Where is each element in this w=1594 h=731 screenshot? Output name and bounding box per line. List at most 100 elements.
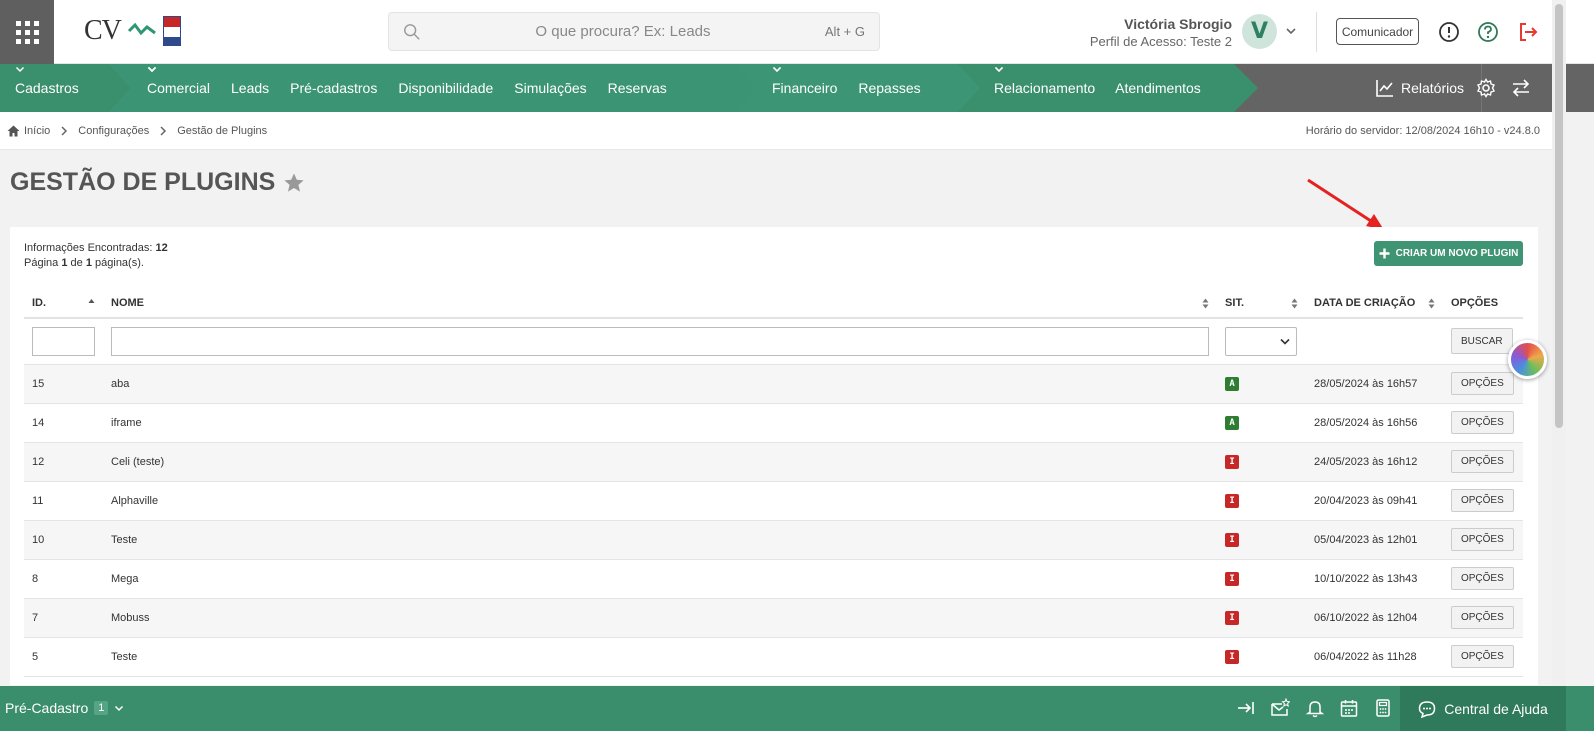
breadcrumb: Início Configurações Gestão de Plugins H… [0, 112, 1564, 150]
cell-data: 28/05/2024 às 16h57 [1306, 364, 1443, 404]
column-header-data[interactable]: DATA DE CRIAÇÃO [1306, 288, 1443, 319]
cell-data: 05/04/2023 às 12h01 [1306, 520, 1443, 560]
menu-item-relatorios[interactable]: Relatórios [1376, 79, 1464, 97]
status-badge: I [1225, 493, 1240, 508]
table-row[interactable]: 8 Mega I 10/10/2022 às 13h43 OPÇÕES [24, 559, 1523, 599]
page-title: GESTÃO DE PLUGINS [10, 168, 305, 197]
cell-data: 10/10/2022 às 13h43 [1306, 559, 1443, 599]
scrollbar-thumb[interactable] [1555, 4, 1563, 428]
cell-sit: I [1217, 520, 1307, 560]
table-row[interactable]: 10 Teste I 05/04/2023 às 12h01 OPÇÕES [24, 520, 1523, 560]
cell-id: 14 [24, 403, 103, 443]
sort-icon [1291, 298, 1298, 309]
menu-item-leads[interactable]: Leads [147, 66, 269, 96]
status-badge: A [1225, 415, 1240, 430]
search-input[interactable] [421, 23, 825, 40]
cell-sit: A [1217, 364, 1307, 404]
menu-item-relacionamento[interactable]: Relacionamento [994, 66, 1095, 96]
cell-data: 20/04/2023 às 09h41 [1306, 481, 1443, 521]
table-row[interactable]: 7 Mobuss I 06/10/2022 às 12h04 OPÇÕES [24, 598, 1523, 638]
chevron-down-icon[interactable] [1285, 25, 1297, 37]
home-icon [7, 125, 20, 136]
menu-item-pre-cadastros[interactable]: Pré-cadastros [147, 66, 377, 96]
breadcrumb-configuracoes[interactable]: Configurações [78, 125, 149, 137]
table-row[interactable]: 5 Teste I 06/04/2022 às 11h28 OPÇÕES [24, 637, 1523, 677]
cell-sit: I [1217, 442, 1307, 482]
column-header-nome[interactable]: NOME [103, 288, 1218, 319]
status-badge: I [1225, 532, 1240, 547]
precadastro-count: 1 [94, 701, 109, 715]
avatar[interactable]: V [1242, 14, 1277, 49]
cell-sit: I [1217, 637, 1307, 677]
color-picker-widget[interactable] [1508, 340, 1547, 379]
cell-data: 28/05/2024 às 16h56 [1306, 403, 1443, 443]
calculator-icon[interactable] [1373, 698, 1393, 718]
results-info: Informações Encontradas: 12 Página 1 de … [24, 242, 168, 269]
collapse-right-icon[interactable] [1236, 698, 1256, 718]
row-options-button[interactable]: OPÇÕES [1450, 372, 1514, 395]
cell-id: 12 [24, 442, 103, 482]
cell-data: 06/04/2022 às 11h28 [1306, 637, 1443, 677]
precadastro-toggle[interactable]: Pré-Cadastro 1 [5, 700, 124, 716]
help-icon[interactable] [1477, 21, 1499, 43]
search-button[interactable]: BUSCAR [1450, 328, 1513, 355]
table-row[interactable]: 11 Alphaville I 20/04/2023 às 09h41 OPÇÕES [24, 481, 1523, 521]
logout-icon[interactable] [1517, 21, 1539, 43]
row-options-button[interactable]: OPÇÕES [1450, 567, 1514, 590]
row-options-button[interactable]: OPÇÕES [1450, 606, 1514, 629]
menu-item-atendimentos[interactable]: Atendimentos [994, 66, 1201, 96]
global-search[interactable]: Alt + G [388, 12, 880, 51]
gear-icon[interactable] [1476, 78, 1496, 98]
status-badge: I [1225, 454, 1240, 469]
breadcrumb-home[interactable]: Início [7, 125, 50, 137]
cell-opcoes: OPÇÕES [1442, 442, 1523, 482]
create-plugin-button[interactable]: CRIAR UM NOVO PLUGIN [1374, 241, 1523, 266]
plugins-panel: Informações Encontradas: 12 Página 1 de … [10, 227, 1538, 685]
page-scrollbar[interactable] [1552, 0, 1566, 686]
table-row[interactable]: 12 Celi (teste) I 24/05/2023 às 16h12 OPÇÕES [24, 442, 1523, 482]
column-header-sit[interactable]: SIT. [1217, 288, 1307, 319]
menu-item-simulacoes[interactable]: Simulações [147, 66, 587, 96]
company-logo[interactable]: CV [84, 16, 181, 46]
row-options-button[interactable]: OPÇÕES [1450, 528, 1514, 551]
filter-nome-input[interactable] [111, 326, 1210, 356]
user-name: Victória Sbrogio [1124, 16, 1232, 32]
menu-item-repasses[interactable]: Repasses [772, 66, 921, 96]
help-center-button[interactable]: Central de Ajuda [1400, 686, 1566, 731]
comunicador-button[interactable]: Comunicador [1336, 18, 1419, 45]
table-row[interactable]: 15 aba A 28/05/2024 às 16h57 OPÇÕES [24, 364, 1523, 404]
cell-opcoes: OPÇÕES [1442, 559, 1523, 599]
cell-opcoes: OPÇÕES [1442, 403, 1523, 443]
user-info[interactable]: Victória Sbrogio Perfil de Acesso: Teste… [1090, 16, 1232, 49]
swap-arrows-icon[interactable] [1511, 78, 1531, 98]
chevron-down-icon [994, 66, 1004, 73]
cell-opcoes: OPÇÕES [1442, 598, 1523, 638]
menu-group-relacionamento: Relacionamento Atendimentos [958, 64, 1260, 112]
menu-item-financeiro[interactable]: Financeiro [772, 66, 837, 96]
row-options-button[interactable]: OPÇÕES [1450, 450, 1514, 473]
mail-star-icon[interactable] [1270, 698, 1290, 718]
bell-icon[interactable] [1305, 698, 1325, 718]
menu-group-comercial: Comercial Leads Pré-cadastros Disponibil… [108, 64, 760, 112]
menu-item-cadastros[interactable]: Cadastros [15, 66, 79, 96]
column-header-id[interactable]: ID. [24, 288, 103, 319]
row-options-button[interactable]: OPÇÕES [1450, 645, 1514, 668]
header-divider [1316, 12, 1317, 52]
calendar-icon[interactable] [1339, 698, 1359, 718]
star-icon[interactable] [283, 172, 305, 194]
filter-row: BUSCAR [24, 318, 1523, 365]
chart-line-icon [1376, 80, 1393, 97]
grid-icon [15, 20, 39, 44]
status-badge: A [1225, 376, 1240, 391]
filter-sit-select[interactable] [1225, 326, 1298, 356]
menu-item-disponibilidade[interactable]: Disponibilidade [147, 66, 493, 96]
cell-sit: I [1217, 559, 1307, 599]
row-options-button[interactable]: OPÇÕES [1450, 489, 1514, 512]
row-options-button[interactable]: OPÇÕES [1450, 411, 1514, 434]
info-icon[interactable] [1438, 21, 1460, 43]
table-row[interactable]: 14 iframe A 28/05/2024 às 16h56 OPÇÕES [24, 403, 1523, 443]
apps-menu-button[interactable] [0, 0, 54, 64]
menu-item-comercial[interactable]: Comercial [147, 66, 210, 96]
menu-item-reservas[interactable]: Reservas [147, 66, 667, 96]
filter-id-input[interactable] [32, 326, 95, 356]
